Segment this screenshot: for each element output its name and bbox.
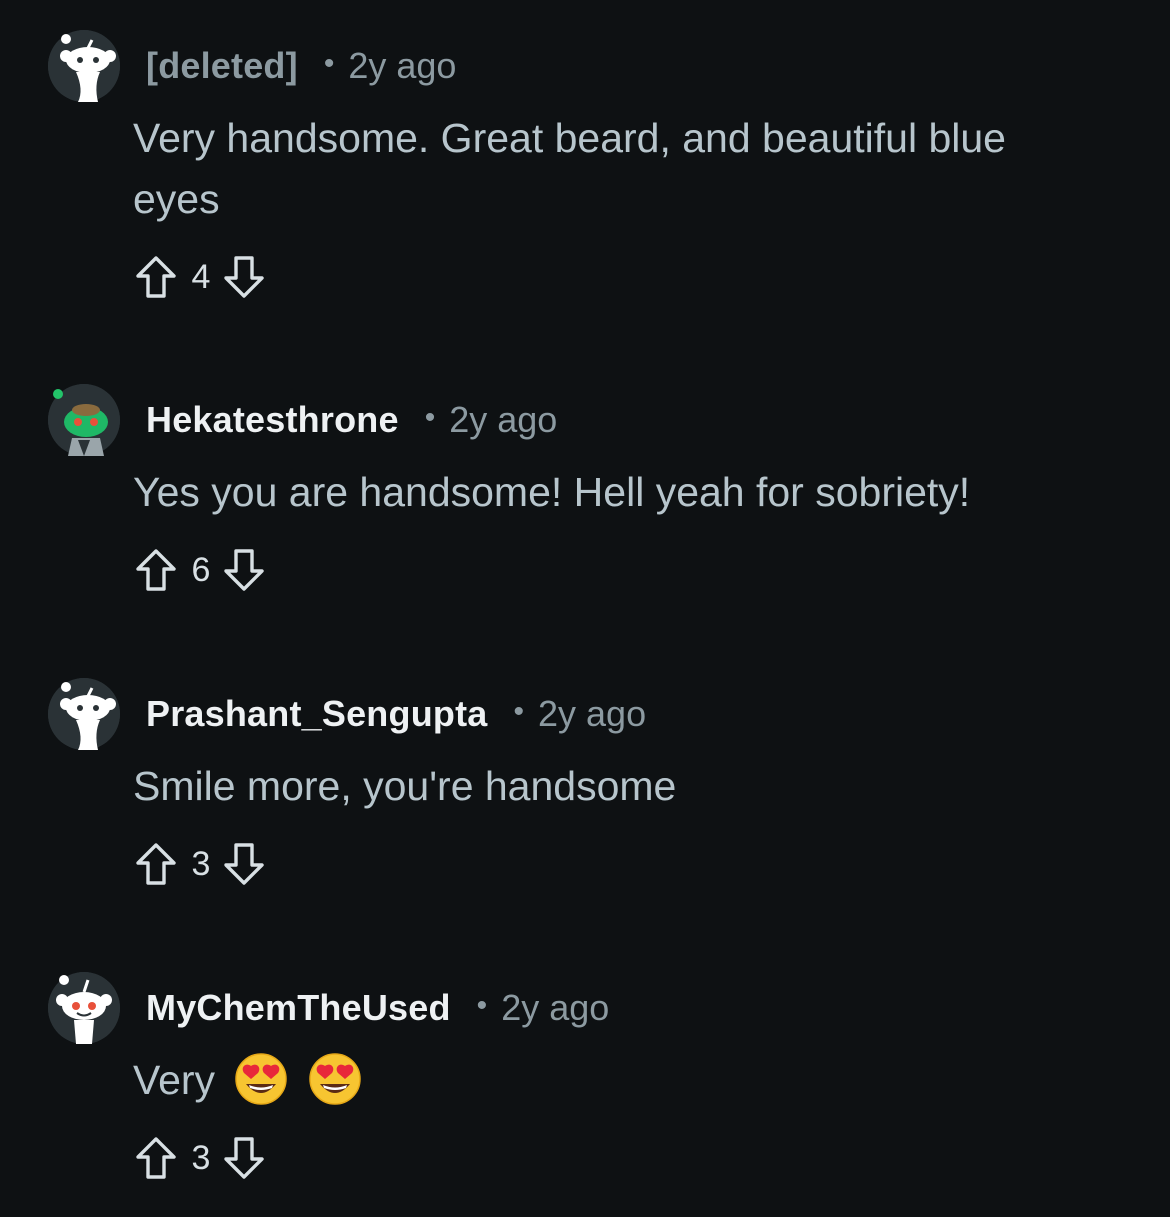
downvote-button[interactable] [221,252,267,302]
snoo-default-avatar-icon [48,678,120,750]
separator-dot: • [513,695,524,728]
comment-meta: Hekatesthrone • 2y ago [146,399,558,441]
downvote-arrow-icon [224,843,264,885]
vote-bar: 3 [133,1133,267,1183]
timestamp: 2y ago [348,45,457,86]
timestamp: 2y ago [449,399,558,440]
comment-body: Very handsome. Great beard, and beautifu… [133,115,1006,222]
comment-body: Very [133,1050,1093,1111]
comment-body: Smile more, you're handsome [133,763,677,809]
downvote-button[interactable] [221,1133,267,1183]
comment-meta: [deleted] • 2y ago [146,45,457,86]
separator-dot: • [323,47,335,80]
avatar[interactable] [48,972,120,1044]
comment-body-text: Very [133,1057,216,1103]
downvote-button[interactable] [221,545,267,595]
upvote-arrow-icon [136,256,176,298]
comment-body: Yes you are handsome! Hell yeah for sobr… [133,469,971,515]
upvote-arrow-icon [136,549,176,591]
username[interactable]: MyChemTheUsed [146,987,451,1029]
downvote-arrow-icon [224,549,264,591]
username[interactable]: Hekatesthrone [146,399,399,441]
upvote-arrow-icon [136,843,176,885]
vote-score: 3 [191,1138,211,1177]
avatar[interactable] [48,678,120,750]
vote-score: 3 [191,844,211,883]
timestamp: 2y ago [538,693,647,734]
upvote-button[interactable] [133,252,179,302]
username[interactable]: Prashant_Sengupta [146,693,487,735]
downvote-arrow-icon [224,1137,264,1179]
comment-meta: MyChemTheUsed • 2y ago [146,987,610,1029]
snoo-default-avatar-icon [48,30,120,102]
upvote-arrow-icon [136,1137,176,1179]
avatar[interactable] [48,384,120,456]
upvote-button[interactable] [133,1133,179,1183]
separator-dot: • [476,989,488,1022]
heart-eyes-emoji-icon [309,1053,361,1105]
vote-score: 4 [191,257,211,296]
heart-eyes-emoji-icon [235,1053,288,1105]
vote-score: 6 [191,550,211,589]
comment-meta: Prashant_Sengupta • 2y ago [146,693,647,735]
snoo-green-avatar-icon [48,384,120,456]
timestamp: 2y ago [501,987,610,1028]
username: [deleted] [146,45,298,86]
separator-dot: • [424,401,436,434]
snoo-face-avatar-icon [48,972,120,1044]
downvote-button[interactable] [221,839,267,889]
upvote-button[interactable] [133,839,179,889]
vote-bar: 3 [133,839,267,889]
downvote-arrow-icon [224,256,264,298]
vote-bar: 4 [133,252,267,302]
vote-bar: 6 [133,545,267,595]
upvote-button[interactable] [133,545,179,595]
avatar[interactable] [48,30,120,102]
